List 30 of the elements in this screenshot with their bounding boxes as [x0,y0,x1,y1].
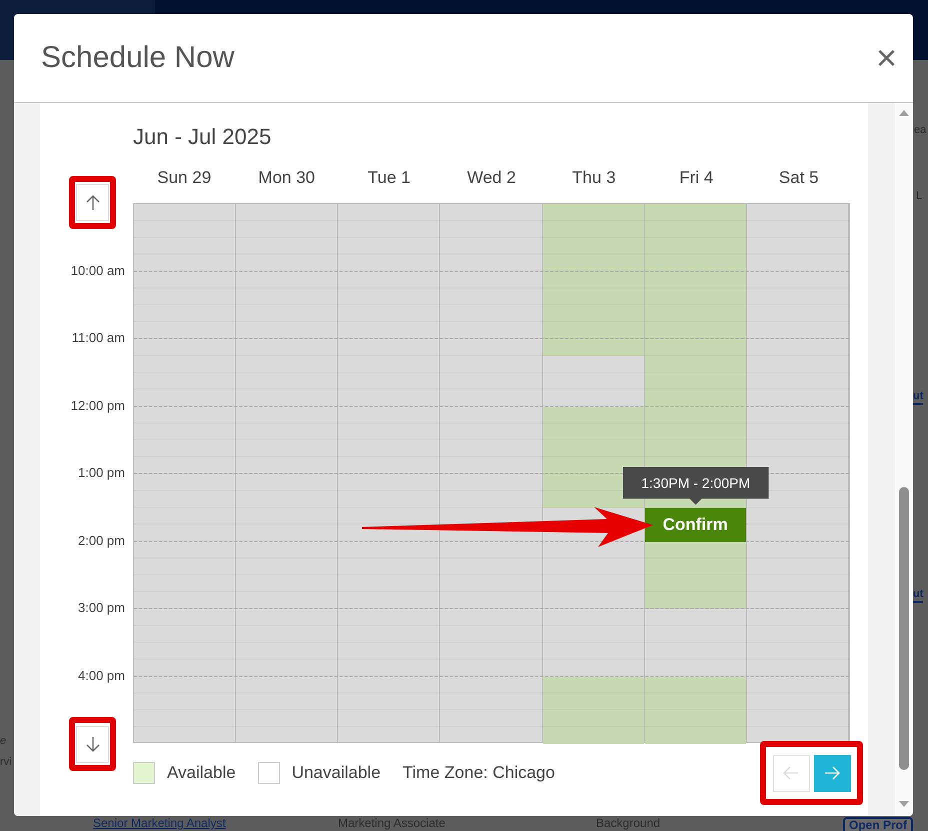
legend-swatch [133,762,155,784]
day-header: Fri 4 [678,168,714,188]
day-header: Tue 1 [366,168,412,188]
day-header: Thu 3 [571,168,617,188]
time-label: 3:00 pm [78,600,125,615]
next-week-button[interactable] [814,754,850,792]
day-header: Sat 5 [778,168,820,188]
available-slot[interactable] [644,542,746,558]
confirm-button[interactable]: Confirm [644,508,746,542]
day-header: Sun 29 [156,168,212,188]
scroll-up-button[interactable] [76,184,109,221]
time-label: 11:00 am [72,330,125,345]
day-header: Wed 2 [466,168,517,188]
time-label: 2:00 pm [78,532,125,548]
timezone-label: Time Zone: Chicago [402,762,555,782]
time-label: 1:00 pm [78,465,125,480]
left-arrow-icon [782,764,800,782]
time-label: 4:00 pm [78,668,125,682]
legend-label: Unavailable [292,762,381,782]
time-label: 10:00 am [70,262,125,278]
day-header: Mon 30 [257,168,316,188]
right-arrow-icon [823,764,841,782]
down-arrow-icon [84,735,102,753]
legend-swatch [258,762,280,784]
scroll-down-button[interactable] [76,726,109,762]
dialog-title: Schedule Now [41,41,234,75]
close-button[interactable]: × [872,40,901,76]
calendar-title: Jun - Jul 2025 [133,125,272,149]
legend-label: Available [167,762,236,782]
time-label: 12:00 pm [70,398,125,412]
